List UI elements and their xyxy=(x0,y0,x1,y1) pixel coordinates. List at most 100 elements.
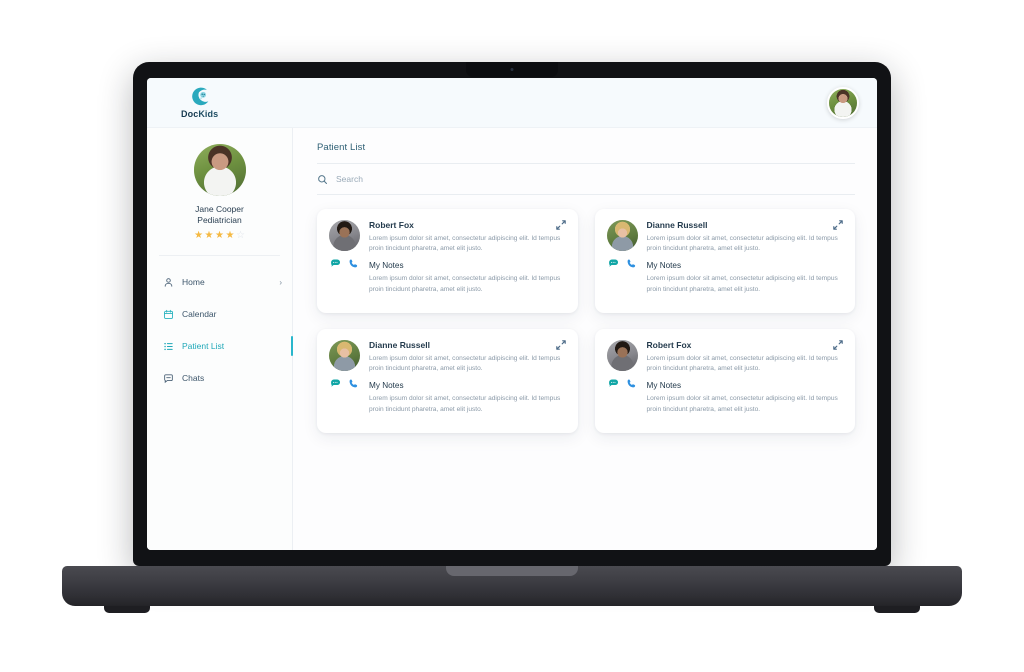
logo-wordmark: DocKids xyxy=(181,109,218,119)
patient-name: Dianne Russell xyxy=(369,340,430,350)
header-avatar[interactable] xyxy=(827,86,859,119)
notes-title: My Notes xyxy=(369,261,404,271)
patient-description: Lorem ipsum dolor sit amet, consectetur … xyxy=(369,235,561,253)
notes-body: Lorem ipsum dolor sit amet, consectetur … xyxy=(646,275,838,293)
card-body: Robert Fox Lorem ipsum dolor sit amet, c… xyxy=(369,220,566,295)
expand-icon[interactable] xyxy=(555,219,567,231)
card-header: Dianne Russell Lorem ipsum dolor sit ame… xyxy=(606,220,844,295)
card-actions xyxy=(608,258,637,269)
star-icon: ★ xyxy=(194,230,204,241)
card-actions xyxy=(330,258,359,269)
card-avatar-column xyxy=(329,340,360,415)
card-avatar-column xyxy=(329,220,360,295)
card-actions xyxy=(330,378,359,389)
patient-avatar[interactable] xyxy=(329,340,360,371)
app-header: DocKids xyxy=(147,78,877,128)
sidebar-profile: Jane Cooper Pediatrician ★ ★ ★ ★ ☆ xyxy=(147,144,292,255)
patient-card[interactable]: Robert Fox Lorem ipsum dolor sit amet, c… xyxy=(317,209,578,313)
phone-icon[interactable] xyxy=(348,258,359,269)
app-logo[interactable]: DocKids xyxy=(181,86,218,119)
chat-bubble-icon[interactable] xyxy=(330,258,341,269)
patient-description: Lorem ipsum dolor sit amet, consectetur … xyxy=(369,355,561,373)
patient-avatar[interactable] xyxy=(329,220,360,251)
avatar-image xyxy=(329,220,360,251)
phone-icon[interactable] xyxy=(348,378,359,389)
expand-icon[interactable] xyxy=(832,339,844,351)
expand-icon[interactable] xyxy=(832,219,844,231)
phone-icon[interactable] xyxy=(626,378,637,389)
notes-title: My Notes xyxy=(369,381,404,391)
notes-body: Lorem ipsum dolor sit amet, consectetur … xyxy=(646,395,838,413)
chat-icon xyxy=(164,373,173,383)
sidebar-item-chats[interactable]: Chats xyxy=(147,368,292,388)
dockids-logo-icon xyxy=(191,87,208,106)
search-bar[interactable] xyxy=(317,164,855,194)
card-header: Dianne Russell Lorem ipsum dolor sit ame… xyxy=(329,340,566,415)
card-actions xyxy=(608,378,637,389)
star-icon: ★ xyxy=(215,230,224,241)
sidebar-item-label: Chats xyxy=(182,373,205,383)
patient-description: Lorem ipsum dolor sit amet, consectetur … xyxy=(646,355,838,373)
avatar-image xyxy=(606,340,638,371)
sidebar-item-label: Calendar xyxy=(182,309,217,319)
star-empty-icon: ☆ xyxy=(235,230,245,241)
notes-title: My Notes xyxy=(646,381,682,391)
webcam-notch xyxy=(466,62,558,77)
notes-title: My Notes xyxy=(646,261,682,271)
laptop-lid: DocKids Jane Cooper Pediatrician ★ ★ ★ ★… xyxy=(133,62,891,566)
profile-role: Pediatrician xyxy=(197,215,242,225)
chevron-right-icon: › xyxy=(279,277,282,287)
patient-avatar[interactable] xyxy=(606,340,638,371)
profile-name: Jane Cooper xyxy=(195,204,244,214)
star-icon: ★ xyxy=(225,230,235,241)
patient-description: Lorem ipsum dolor sit amet, consectetur … xyxy=(646,235,838,253)
expand-icon[interactable] xyxy=(555,339,567,351)
list-icon xyxy=(164,342,173,350)
main-content: Patient List Search Robert Fox Lorem ips… xyxy=(293,128,877,550)
laptop-mockup: DocKids Jane Cooper Pediatrician ★ ★ ★ ★… xyxy=(0,0,1024,672)
screen: DocKids Jane Cooper Pediatrician ★ ★ ★ ★… xyxy=(147,78,877,550)
chat-bubble-icon[interactable] xyxy=(330,378,341,389)
card-header: Robert Fox Lorem ipsum dolor sit amet, c… xyxy=(329,220,566,295)
search-icon xyxy=(318,174,328,184)
patient-card[interactable]: Dianne Russell Lorem ipsum dolor sit ame… xyxy=(317,329,578,433)
card-body: Dianne Russell Lorem ipsum dolor sit ame… xyxy=(647,220,844,295)
sidebar-item-label: Patient List xyxy=(182,341,225,351)
patient-card[interactable]: Dianne Russell Lorem ipsum dolor sit ame… xyxy=(594,209,855,313)
patient-name: Robert Fox xyxy=(646,340,692,350)
card-avatar-column xyxy=(606,340,638,415)
user-outline-icon xyxy=(164,277,173,287)
search-divider xyxy=(317,194,855,195)
active-indicator xyxy=(291,336,293,356)
search-input[interactable] xyxy=(336,174,536,184)
chat-bubble-icon[interactable] xyxy=(608,378,619,389)
laptop-foot xyxy=(104,606,150,613)
sidebar-item-home[interactable]: Home › xyxy=(147,272,292,292)
card-body: Dianne Russell Lorem ipsum dolor sit ame… xyxy=(369,340,566,415)
patient-avatar[interactable] xyxy=(606,220,638,251)
star-icon: ★ xyxy=(204,230,214,241)
logo-text-kids: Kids xyxy=(198,109,219,119)
notes-body: Lorem ipsum dolor sit amet, consectetur … xyxy=(369,395,561,413)
card-body: Robert Fox Lorem ipsum dolor sit amet, c… xyxy=(647,340,844,415)
avatar-image xyxy=(829,88,857,117)
patient-cards-grid: Robert Fox Lorem ipsum dolor sit amet, c… xyxy=(317,209,855,433)
card-avatar-column xyxy=(606,220,638,295)
sidebar-divider xyxy=(159,255,280,256)
patient-name: Dianne Russell xyxy=(646,220,708,230)
phone-icon[interactable] xyxy=(626,258,637,269)
calendar-icon xyxy=(164,309,173,319)
page-title: Patient List xyxy=(317,142,366,153)
profile-rating: ★ ★ ★ ★ ☆ xyxy=(194,231,245,241)
webcam-dot-icon xyxy=(510,68,514,71)
sidebar-item-calendar[interactable]: Calendar xyxy=(147,304,292,324)
app-body: Jane Cooper Pediatrician ★ ★ ★ ★ ☆ Home … xyxy=(147,128,877,550)
chat-bubble-icon[interactable] xyxy=(608,258,619,269)
avatar-image xyxy=(329,340,360,371)
laptop-base xyxy=(62,566,962,613)
sidebar: Jane Cooper Pediatrician ★ ★ ★ ★ ☆ Home … xyxy=(147,128,293,550)
patient-card[interactable]: Robert Fox Lorem ipsum dolor sit amet, c… xyxy=(594,329,855,433)
sidebar-item-patient-list[interactable]: Patient List xyxy=(147,336,293,356)
profile-avatar[interactable] xyxy=(193,144,246,196)
sidebar-item-label: Home xyxy=(182,277,205,287)
